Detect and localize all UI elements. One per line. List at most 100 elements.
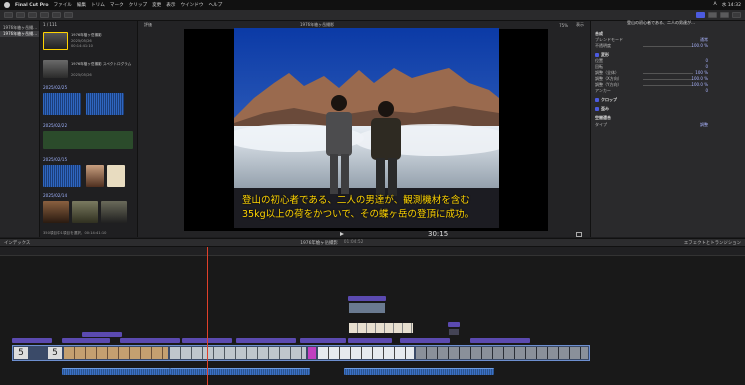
fullscreen-icon[interactable]	[576, 232, 582, 237]
title-clip[interactable]	[12, 338, 52, 343]
date-group-header[interactable]: 2025/02/14	[40, 193, 67, 199]
type-value[interactable]: 調整	[700, 122, 708, 128]
inspector-toggle-button[interactable]	[720, 12, 729, 18]
checkbox-icon[interactable]	[595, 53, 599, 57]
video-filmstrip[interactable]	[318, 347, 414, 359]
play-icon[interactable]	[340, 232, 344, 236]
countdown-clip[interactable]: 5	[48, 347, 62, 359]
anchor-value[interactable]: 0	[705, 88, 708, 94]
timecode-display[interactable]: 30:15	[428, 230, 448, 238]
photo-clip-thumbnail[interactable]	[43, 201, 69, 223]
menu-item-window[interactable]: ウインドウ	[180, 2, 203, 8]
menu-item-edit[interactable]: 編集	[77, 2, 86, 8]
row-label: 調整（全体）	[595, 70, 619, 75]
audio-clip-thumbnail[interactable]	[86, 93, 124, 115]
menu-item-clip[interactable]: クリップ	[129, 2, 147, 8]
import-button[interactable]	[40, 12, 49, 18]
video-clip[interactable]	[348, 302, 386, 314]
title-clip[interactable]	[400, 338, 450, 343]
browser-toggle-button[interactable]	[696, 12, 705, 18]
timeline-toggle-button[interactable]	[708, 12, 717, 18]
video-filmstrip[interactable]	[64, 347, 168, 359]
timeline-area[interactable]	[0, 256, 745, 385]
clock[interactable]: 水 14:32	[722, 2, 741, 8]
date-group-header[interactable]: 2025/02/25	[40, 85, 67, 91]
view-menu[interactable]: 表示	[576, 22, 588, 28]
photo-clip-thumbnail[interactable]	[101, 201, 127, 223]
project-title: 1976年槍ヶ岳撮影	[300, 240, 338, 246]
row-label: タイプ	[595, 122, 607, 127]
inspector-section-crop[interactable]: クロップ	[595, 97, 742, 103]
row-label: 調整（X方向）	[595, 76, 622, 81]
title-clip[interactable]	[448, 322, 460, 327]
transition-clip[interactable]	[308, 347, 316, 359]
date-group-header[interactable]: 2025/02/15	[40, 157, 67, 163]
inspector-row-anchor: アンカー 0	[595, 88, 742, 94]
audio-clip[interactable]	[344, 368, 494, 375]
clip-date: 2025/05/26	[71, 73, 92, 77]
audio-clip[interactable]	[62, 368, 170, 375]
opacity-value[interactable]: 100.0 %	[691, 43, 708, 49]
sidebar-item-event[interactable]: 1976年槍ヶ岳撮…	[0, 31, 39, 37]
date-group-header[interactable]: 2025/02/22	[40, 123, 67, 129]
title-clip[interactable]	[236, 338, 296, 343]
photo-clip-thumbnail[interactable]	[72, 201, 98, 223]
video-filmstrip[interactable]	[416, 347, 588, 359]
title-clip[interactable]	[120, 338, 180, 343]
clip-thumbnail[interactable]	[43, 60, 68, 78]
clip-filmstrip[interactable]	[43, 131, 133, 149]
title-clip[interactable]	[348, 296, 386, 301]
audio-clip[interactable]	[170, 368, 310, 375]
menu-item-mark[interactable]: マーク	[110, 2, 124, 8]
checkbox-icon[interactable]	[595, 107, 599, 111]
opacity-slider[interactable]	[643, 46, 693, 47]
playhead[interactable]	[207, 247, 208, 385]
row-label: 回転	[595, 64, 603, 69]
effects-button[interactable]: エフェクトとトランジション	[684, 240, 745, 246]
index-button[interactable]: インデックス	[4, 240, 30, 246]
zoom-menu[interactable]: 75%	[559, 23, 568, 28]
inspector-row-type: タイプ 調整	[595, 122, 742, 128]
menu-item-trim[interactable]: トリム	[91, 2, 105, 8]
video-clip[interactable]	[448, 328, 460, 336]
photo-clip-thumbnail[interactable]	[107, 165, 125, 187]
photos-toggle-button[interactable]	[16, 12, 25, 18]
app-menu[interactable]: Final Cut Pro	[15, 3, 48, 8]
video-clip[interactable]	[348, 322, 414, 334]
menu-item-modify[interactable]: 変更	[152, 2, 161, 8]
scale-x-slider[interactable]	[643, 79, 693, 80]
scale-slider[interactable]	[643, 73, 693, 74]
menu-item-view[interactable]: 表示	[166, 2, 175, 8]
background-tasks-button[interactable]	[64, 12, 73, 18]
apple-icon[interactable]	[4, 2, 10, 8]
timeline-ruler[interactable]	[0, 247, 745, 256]
input-source-indicator[interactable]: A	[714, 2, 717, 8]
share-button[interactable]	[732, 12, 741, 18]
countdown-clip[interactable]: 5	[14, 347, 28, 359]
keyword-button[interactable]	[52, 12, 61, 18]
viewer-left-label[interactable]: 評価	[144, 22, 152, 28]
clip-thumbnail[interactable]	[43, 32, 68, 50]
row-label: ブレンドモード	[595, 37, 623, 42]
inspector-section-spatial-conform[interactable]: 空間適合	[595, 115, 742, 121]
title-clip[interactable]	[470, 338, 530, 343]
checkbox-icon[interactable]	[595, 98, 599, 102]
title-clip[interactable]	[62, 338, 110, 343]
library-toggle-button[interactable]	[4, 12, 13, 18]
scale-y-slider[interactable]	[643, 85, 693, 86]
inspector-section-distort[interactable]: 歪み	[595, 106, 742, 112]
title-clip[interactable]	[82, 332, 122, 337]
audio-clip-thumbnail[interactable]	[43, 165, 81, 187]
menu-bar: Final Cut Pro ファイル 編集 トリム マーク クリップ 変更 表示…	[0, 0, 745, 10]
titles-toggle-button[interactable]	[28, 12, 37, 18]
video-filmstrip[interactable]	[170, 347, 306, 359]
clip-title: 1976年槍ヶ岳撮影 スペクトログラム	[71, 62, 132, 66]
viewer-frame[interactable]: 登山の初心者である、二人の男達が、観測機材を含む 35kg以上の荷をかついで、そ…	[234, 28, 499, 228]
title-clip[interactable]	[300, 338, 346, 343]
browser-header: 1 / 111	[40, 21, 137, 28]
title-clip[interactable]	[348, 338, 392, 343]
menu-item-file[interactable]: ファイル	[53, 2, 71, 8]
menu-item-help[interactable]: ヘルプ	[208, 2, 222, 8]
audio-clip-thumbnail[interactable]	[43, 93, 81, 115]
photo-clip-thumbnail[interactable]	[86, 165, 104, 187]
